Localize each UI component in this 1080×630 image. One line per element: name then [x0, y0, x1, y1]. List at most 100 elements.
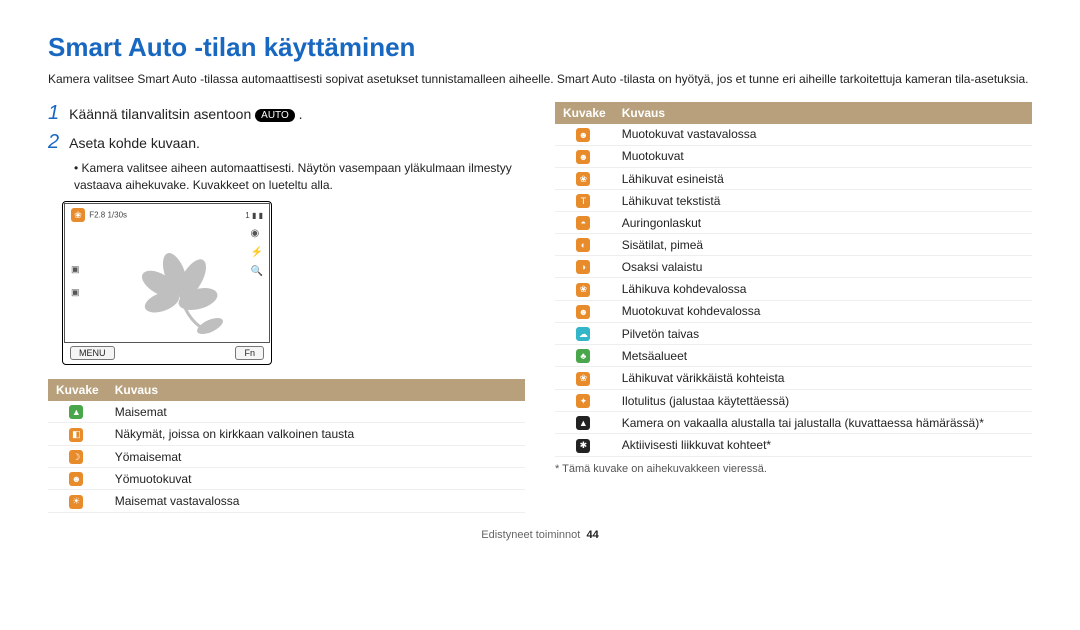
desc-cell: Maisemat: [107, 401, 525, 423]
scene-icon: ✦: [576, 394, 590, 408]
shutter-value: 1/30s: [107, 211, 127, 220]
desc-cell: Muotokuvat: [614, 145, 1032, 167]
table-row: ❀ Lähikuvat esineistä: [555, 167, 1032, 190]
icon-cell: ♣: [555, 345, 614, 367]
fn-button[interactable]: Fn: [235, 346, 264, 360]
footnote: * Tämä kuvake on aihekuvakkeen vieressä.: [555, 463, 1032, 475]
bullet-text: Kamera valitsee aiheen automaattisesti. …: [48, 160, 525, 194]
scene-icon: ❀: [576, 372, 590, 386]
lcd-buttons: MENU Fn: [64, 343, 270, 363]
step1-text-b: .: [299, 106, 303, 122]
right-column: Kuvake Kuvaus ☻ Muotokuvat vastavalossa ☻ M…: [555, 102, 1032, 513]
zoom-icon: 🔍: [251, 266, 263, 277]
scene-icon: ❀: [576, 172, 590, 186]
desc-cell: Lähikuva kohdevalossa: [614, 278, 1032, 301]
flash-icon: ⚡: [251, 247, 263, 258]
scene-icon: ☀: [69, 495, 83, 509]
icon-cell: ❀: [555, 278, 614, 301]
scene-icon: ☁: [576, 327, 590, 341]
scene-icon: ✱: [576, 439, 590, 453]
page-title: Smart Auto -tilan käyttäminen: [48, 32, 1032, 63]
footer-text: Edistyneet toiminnot: [481, 529, 580, 541]
step1-text-a: Käännä tilanvalitsin asentoon: [69, 106, 255, 122]
table-row: ▲Kamera on vakaalla alustalla tai jalust…: [555, 412, 1032, 434]
menu-button[interactable]: MENU: [70, 346, 115, 360]
desc-cell: Maisemat vastavalossa: [107, 490, 525, 513]
lcd-right-icons: ◉ ⚡ 🔍: [251, 228, 263, 277]
desc-cell: Lähikuvat tekstistä: [614, 190, 1032, 212]
icon-cell: ☀: [48, 490, 107, 513]
desc-cell: Ilotulitus (jalustaa käytettäessä): [614, 389, 1032, 412]
desc-cell: Pilvetön taivas: [614, 322, 1032, 345]
desc-cell: Kamera on vakaalla alustalla tai jalusta…: [614, 412, 1032, 434]
scene-icon: ☻: [576, 305, 590, 319]
th-kuvake: Kuvake: [555, 102, 614, 124]
icon-cell: ☻: [555, 124, 614, 146]
desc-cell: Yömaisemat: [107, 445, 525, 468]
desc-cell: Sisätilat, pimeä: [614, 234, 1032, 256]
sd-icon: ▮: [252, 211, 256, 220]
icon-cell: ▲: [555, 412, 614, 434]
desc-cell: Lähikuvat värikkäistä kohteista: [614, 367, 1032, 390]
th-kuvake: Kuvake: [48, 379, 107, 401]
table-row: ◐ Sisätilat, pimeä: [555, 234, 1032, 256]
icon-cell: ☻: [555, 300, 614, 322]
icon-cell: ◐: [555, 234, 614, 256]
icon-cell: ◑: [555, 256, 614, 278]
icon-cell: ☻: [555, 145, 614, 167]
aperture-value: F2.8: [89, 211, 105, 220]
desc-cell: Muotokuvat vastavalossa: [614, 124, 1032, 146]
lcd-screen: ❀ F2.8 1/30s 1 ▮ ▮ ◉ ⚡ 🔍: [64, 203, 270, 343]
table-row: ♣Metsäalueet: [555, 345, 1032, 367]
scene-icon: ☻: [576, 150, 590, 164]
table-row: ◓Auringonlaskut: [555, 212, 1032, 234]
icon-table-left: Kuvake Kuvaus ▲Maisemat◧Näkymät, joissa …: [48, 379, 525, 513]
shot-count: 1: [245, 211, 249, 220]
icon-cell: ❀: [555, 167, 614, 190]
desc-cell: Aktiivisesti liikkuvat kohteet*: [614, 434, 1032, 457]
scene-icon: ☻: [576, 128, 590, 142]
icon-cell: ☽: [48, 445, 107, 468]
desc-cell: Näkymät, joissa on kirkkaan valkoinen ta…: [107, 423, 525, 446]
desc-cell: Lähikuvat esineistä: [614, 167, 1032, 190]
th-kuvaus: Kuvaus: [614, 102, 1032, 124]
scene-icon: ▲: [69, 405, 83, 419]
table-row: ❀ Lähikuvat värikkäistä kohteista: [555, 367, 1032, 390]
af-icon: ▣: [71, 287, 80, 298]
icon-cell: ◓: [555, 212, 614, 234]
step-number: 1: [48, 102, 59, 125]
lcd-top-right: 1 ▮ ▮: [245, 211, 263, 220]
page-number: 44: [586, 529, 598, 541]
scene-icon: ♣: [576, 349, 590, 363]
scene-icon: ☽: [69, 450, 83, 464]
off-icon: ▣: [71, 264, 80, 275]
lcd-top-left: ❀ F2.8 1/30s: [71, 208, 127, 222]
table-row: ☀ Maisemat vastavalossa: [48, 490, 525, 513]
table-row: ✦ Ilotulitus (jalustaa käytettäessä): [555, 389, 1032, 412]
desc-cell: Osaksi valaistu: [614, 256, 1032, 278]
desc-cell: Muotokuvat kohdevalossa: [614, 300, 1032, 322]
scene-icon: ❀: [71, 208, 85, 222]
scene-icon: ◑: [576, 260, 590, 274]
flower-illustration: [120, 244, 230, 334]
scene-icon: T: [576, 194, 590, 208]
step-text: Käännä tilanvalitsin asentoon AUTO .: [69, 106, 302, 122]
scene-icon: ❀: [576, 283, 590, 297]
step-number: 2: [48, 131, 59, 154]
scene-icon: ◐: [576, 238, 590, 252]
table-row: ◑ Osaksi valaistu: [555, 256, 1032, 278]
desc-cell: Yömuotokuvat: [107, 468, 525, 490]
icon-cell: ▲: [48, 401, 107, 423]
left-column: 1 Käännä tilanvalitsin asentoon AUTO . 2…: [48, 102, 525, 513]
icon-cell: ◧: [48, 423, 107, 446]
table-row: ✱ Aktiivisesti liikkuvat kohteet*: [555, 434, 1032, 457]
table-row: ☻ Muotokuvat vastavalossa: [555, 124, 1032, 146]
icon-cell: ☻: [48, 468, 107, 490]
icon-cell: ✦: [555, 389, 614, 412]
battery-icon: ▮: [259, 211, 263, 220]
scene-icon: ◓: [576, 216, 590, 230]
table-row: ☻Yömuotokuvat: [48, 468, 525, 490]
table-row: ▲ Maisemat: [48, 401, 525, 423]
table-row: ☁ Pilvetön taivas: [555, 322, 1032, 345]
page: Smart Auto -tilan käyttäminen Kamera val…: [0, 0, 1080, 561]
